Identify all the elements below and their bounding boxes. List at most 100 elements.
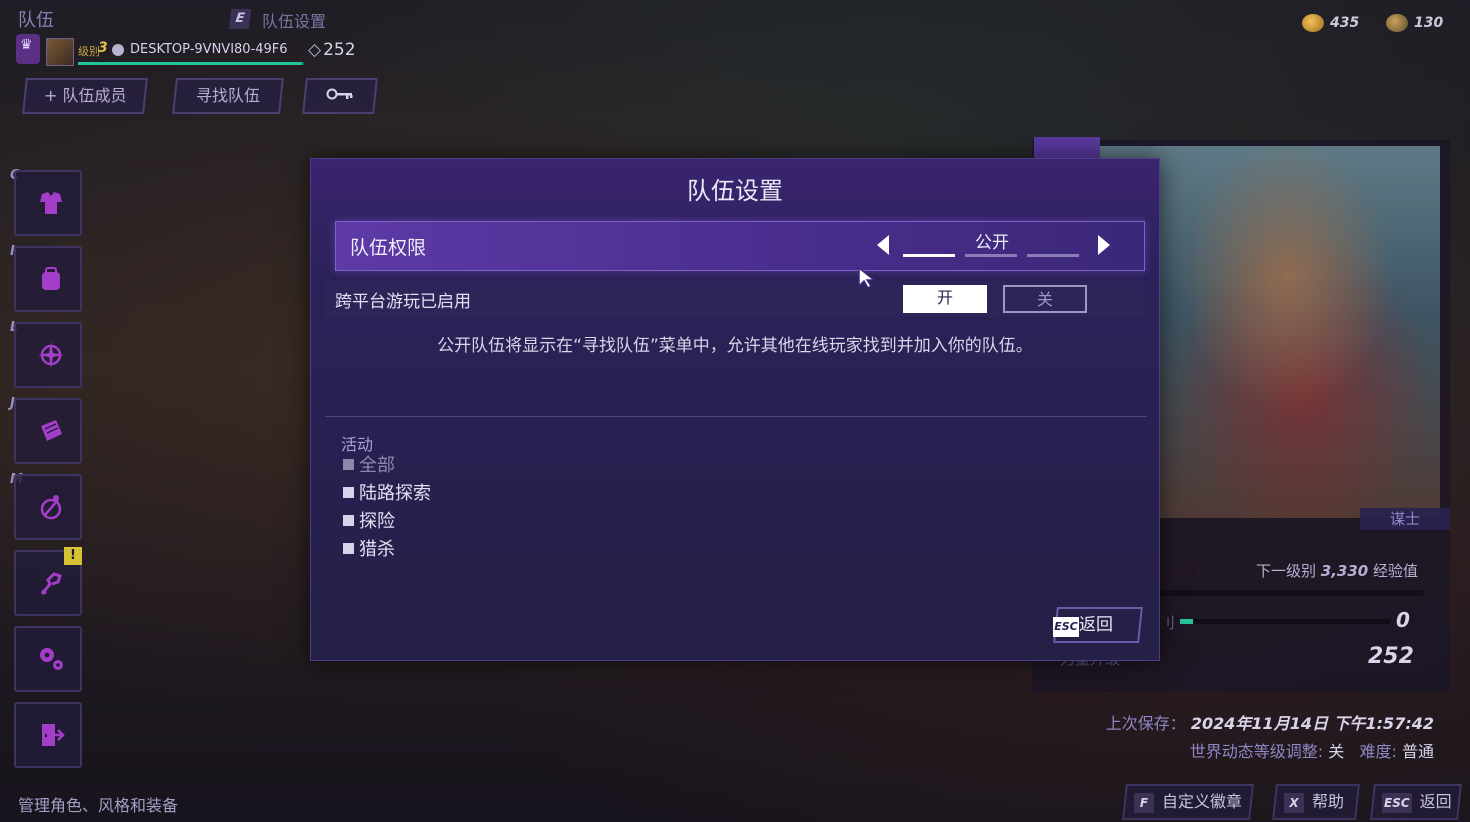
team-permission-selector[interactable]: 队伍权限 公开 [335, 221, 1145, 271]
character-partial-label: 刂 [1160, 614, 1176, 632]
crossplay-label: 跨平台游玩已启用 [335, 292, 471, 312]
other-currency: 130 [1386, 14, 1443, 32]
world-settings-line: 世界动态等级调整: 关 难度: 普通 [1106, 738, 1434, 762]
other-value: 130 [1414, 15, 1444, 31]
exit-icon [42, 724, 65, 746]
option-indicator-2 [965, 254, 1017, 257]
gold-currency: 435 [1302, 14, 1359, 32]
points-display: ◇ 252 [308, 40, 356, 60]
sidebar-item-journal[interactable] [14, 398, 82, 464]
crossplay-off-toggle[interactable]: 关 [1003, 285, 1087, 313]
team-settings-dialog: 队伍设置 队伍权限 公开 跨平台游玩已启用 开 关 公开队伍将显示在“寻找队伍”… [310, 158, 1160, 661]
key-button[interactable] [302, 78, 378, 114]
gold-coin-icon [1302, 14, 1324, 32]
customize-key: F [1134, 793, 1154, 813]
armor-icon [40, 192, 62, 214]
character-points-value: 252 [1368, 644, 1414, 669]
find-team-button[interactable]: 寻找队伍 [172, 78, 284, 114]
add-member-label: + 队伍成员 [43, 86, 127, 105]
sidebar-item-map[interactable] [14, 474, 82, 540]
level-label: 级别 [78, 45, 100, 58]
xp-unit: 经验值 [1373, 562, 1419, 580]
difficulty-label: 难度: [1359, 742, 1397, 761]
sidebar-item-settings[interactable] [14, 626, 82, 692]
checkbox-icon [343, 543, 354, 554]
find-team-label: 寻找队伍 [195, 86, 260, 105]
activity-label-adventure: 探险 [359, 511, 395, 532]
option-indicator-1 [903, 254, 955, 257]
gold-value: 435 [1330, 15, 1360, 31]
next-level-info: 下一级别 3,330 经验值 [1256, 560, 1418, 581]
team-permission-label: 队伍权限 [350, 237, 427, 259]
settings-icon [40, 648, 63, 670]
activity-item-land-exploration[interactable]: 陆路探索 [343, 479, 431, 505]
character-progress-bar [1180, 619, 1390, 624]
difficulty-value: 普通 [1401, 742, 1434, 761]
sidebar-item-inventory[interactable] [14, 246, 82, 312]
back-key: ESC [1382, 793, 1412, 813]
crossplay-row: 跨平台游玩已启用 开 关 [325, 281, 1145, 317]
rank-badge-icon [16, 34, 40, 64]
next-level-label: 下一级别 [1256, 562, 1317, 580]
divider [325, 416, 1147, 417]
sidebar-item-character[interactable] [14, 170, 82, 236]
checkbox-icon [343, 459, 354, 470]
arrow-left-icon[interactable] [877, 235, 889, 255]
customize-label: 自定义徽章 [1162, 792, 1243, 811]
customize-badge-button[interactable]: F 自定义徽章 [1122, 784, 1254, 820]
points-value: 252 [323, 40, 356, 60]
last-saved-line: 上次保存： 2024年11月14日 下午1:57:42 [1106, 710, 1434, 734]
sidebar-item-exit[interactable] [14, 702, 82, 768]
team-permission-value: 公开 [975, 233, 1009, 253]
mouse-cursor-icon [858, 266, 877, 290]
back-label: 返回 [1419, 792, 1452, 811]
checkbox-icon [343, 515, 354, 526]
world-level-label: 世界动态等级调整: [1189, 742, 1324, 761]
dialog-title: 队伍设置 [687, 177, 783, 205]
alert-badge: ! [64, 547, 82, 565]
backpack-icon [42, 267, 60, 290]
save-info: 上次保存： 2024年11月14日 下午1:57:42 世界动态等级调整: 关 … [1106, 710, 1434, 762]
player-name: DESKTOP-9VNVI80-49F6 [130, 42, 288, 57]
activity-item-adventure[interactable]: 探险 [343, 507, 395, 533]
activity-item-all[interactable]: 全部 [343, 451, 395, 477]
help-button[interactable]: X 帮助 [1272, 784, 1360, 820]
activity-label-hunt: 猎杀 [359, 539, 395, 560]
back-button[interactable]: ESC 返回 [1370, 784, 1462, 820]
activity-label-land: 陆路探索 [359, 483, 431, 504]
verified-icon [112, 44, 124, 56]
xp-bar-fill [78, 62, 302, 65]
sidebar-item-locations[interactable] [14, 322, 82, 388]
add-member-button[interactable]: + 队伍成员 [22, 78, 148, 114]
diamond-icon: ◇ [308, 40, 322, 60]
sub-title: 队伍设置 [262, 12, 327, 31]
key-icon [326, 80, 354, 112]
dialog-esc-key: ESC [1053, 617, 1079, 637]
journal-icon [41, 420, 62, 441]
compass-icon [38, 342, 64, 368]
last-saved-label: 上次保存： [1105, 714, 1186, 733]
activity-item-hunt[interactable]: 猎杀 [343, 535, 395, 561]
help-label: 帮助 [1312, 792, 1345, 811]
footer-hint: 管理角色、风格和装备 [18, 796, 179, 815]
option-indicator-3 [1027, 254, 1079, 257]
skill-tree-icon [40, 572, 62, 595]
character-progress-fill [1180, 619, 1193, 624]
level-number: 3 [98, 40, 108, 56]
last-saved-value: 2024年11月14日 下午1:57:42 [1190, 714, 1434, 733]
character-class: 谋士 [1360, 508, 1450, 530]
help-key: X [1284, 793, 1304, 813]
page-title: 队伍 [18, 10, 54, 31]
xp-bar [78, 62, 304, 65]
world-level-value: 关 [1328, 742, 1345, 761]
avatar [46, 38, 74, 66]
permission-description: 公开队伍将显示在“寻找队伍”菜单中，允许其他在线玩家找到并加入你的队伍。 [437, 336, 1033, 356]
activity-label-all: 全部 [359, 455, 395, 476]
checkbox-icon [343, 487, 354, 498]
sub-key-hint: E [228, 9, 252, 29]
arrow-right-icon[interactable] [1098, 235, 1110, 255]
character-level-value: 0 [1396, 608, 1410, 632]
next-level-xp: 3,330 [1320, 562, 1369, 580]
token-coin-icon [1386, 14, 1408, 32]
crossplay-on-toggle[interactable]: 开 [903, 285, 987, 313]
